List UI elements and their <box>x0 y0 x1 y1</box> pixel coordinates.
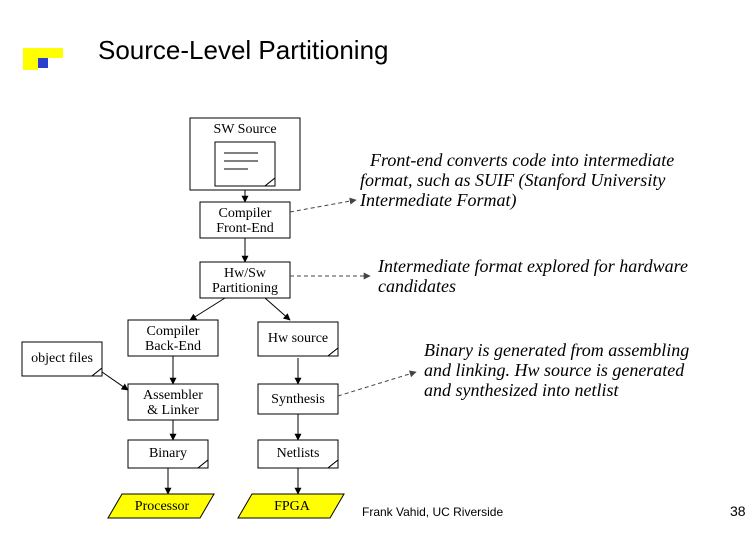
svg-text:Hw source: Hw source <box>268 331 328 346</box>
callout-arrow <box>338 372 416 396</box>
svg-text:Partitioning: Partitioning <box>212 281 278 296</box>
credit-line: Frank Vahid, UC Riverside <box>362 505 503 519</box>
assembler-linker-node: Assembler & Linker <box>128 384 218 420</box>
svg-text:Netlists: Netlists <box>277 446 320 461</box>
netlists-node: Netlists <box>258 440 338 468</box>
fpga-node: FPGA <box>238 494 344 518</box>
object-files-node: object files <box>22 342 102 376</box>
hw-source-node: Hw source <box>258 322 338 356</box>
svg-text:Binary: Binary <box>149 446 187 461</box>
sw-source-node: SW Source <box>190 118 300 190</box>
arrow <box>102 372 128 390</box>
compiler-back-end-node: Compiler Back-End <box>128 320 218 356</box>
svg-text:& Linker: & Linker <box>147 403 199 418</box>
note-front-end: Front-end converts code into intermediat… <box>359 150 674 211</box>
callout-arrow <box>290 200 356 212</box>
note-intermediate: Intermediate format explored for hardwar… <box>377 256 688 296</box>
svg-text:Back-End: Back-End <box>145 339 201 354</box>
arrow <box>190 298 225 320</box>
title-bullet <box>23 48 78 80</box>
note-binary: Binary is generated from assemblingand l… <box>424 340 689 400</box>
svg-text:Compiler: Compiler <box>147 324 200 339</box>
svg-text:FPGA: FPGA <box>274 499 311 514</box>
svg-text:SW Source: SW Source <box>213 122 276 137</box>
svg-text:Hw/Sw: Hw/Sw <box>224 266 267 281</box>
page-number: 38 <box>730 503 746 519</box>
synthesis-node: Synthesis <box>258 384 338 414</box>
svg-text:Synthesis: Synthesis <box>271 392 325 407</box>
svg-text:object files: object files <box>31 351 93 366</box>
binary-node: Binary <box>128 440 208 468</box>
processor-node: Processor <box>108 494 214 518</box>
slide-title: Source-Level Partitioning <box>98 35 389 65</box>
svg-text:Assembler: Assembler <box>143 388 203 403</box>
hwsw-partitioning-node: Hw/Sw Partitioning <box>200 262 290 298</box>
svg-text:Processor: Processor <box>135 499 190 514</box>
svg-text:Compiler: Compiler <box>219 206 272 221</box>
compiler-front-end-node: Compiler Front-End <box>200 202 290 238</box>
svg-text:Front-End: Front-End <box>216 221 274 236</box>
arrow <box>265 298 290 320</box>
